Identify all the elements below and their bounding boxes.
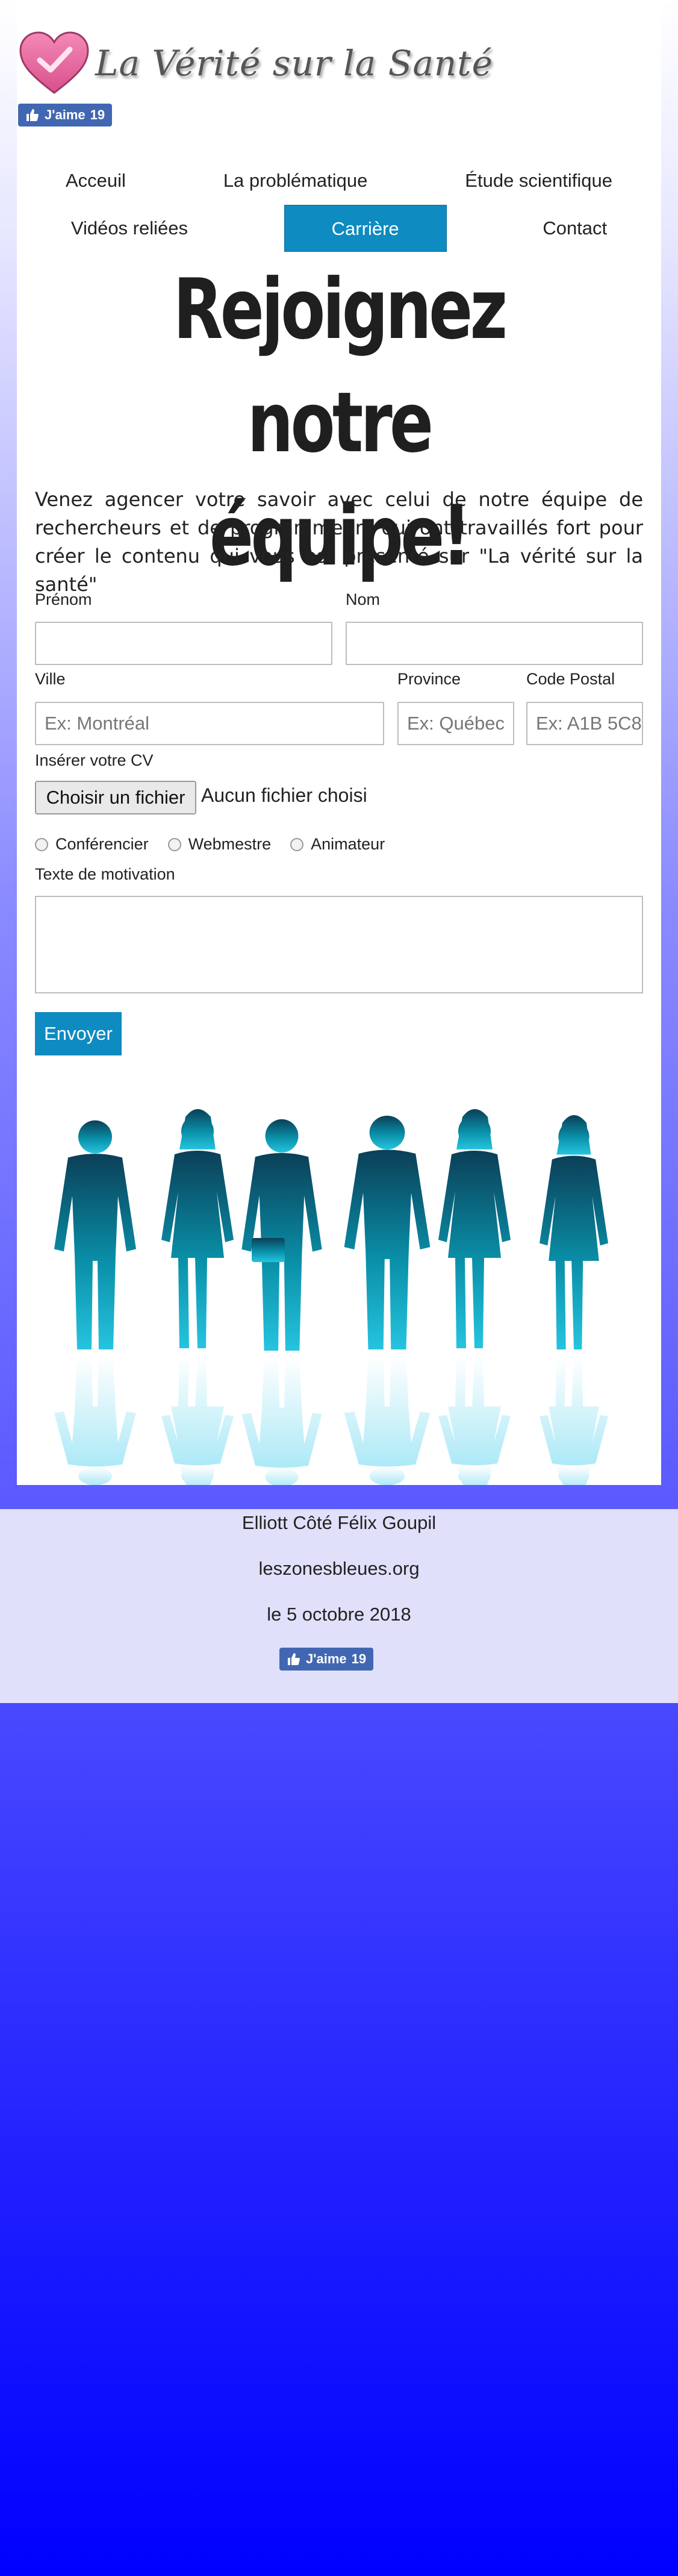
nav-item-acceuil[interactable]: Acceuil xyxy=(54,170,138,192)
site-title: La Vérité sur la Santé xyxy=(95,43,493,84)
intro-paragraph: Venez agencer votre savoir avec celui de… xyxy=(35,488,643,596)
prenom-input[interactable] xyxy=(35,622,332,665)
team-silhouettes-image xyxy=(54,1109,608,1485)
footer-authors: Elliott Côté Félix Goupil xyxy=(241,1512,437,1533)
fb-like-label: J'aime xyxy=(45,107,86,122)
fb-like-count: 19 xyxy=(351,1651,367,1666)
radio-webmestre[interactable]: Webmestre xyxy=(167,835,272,854)
nom-input[interactable] xyxy=(346,622,643,665)
facebook-like-button[interactable]: J'aime 19 xyxy=(18,104,113,127)
facebook-like-button-footer[interactable]: J'aime 19 xyxy=(279,1648,374,1671)
motivation-textarea[interactable] xyxy=(35,896,643,993)
heart-check-icon xyxy=(19,31,89,94)
radio-label: Conférencier xyxy=(55,835,149,853)
ville-input[interactable]: Ex: Montréal xyxy=(35,702,384,745)
radio-label: Animateur xyxy=(311,835,385,853)
province-label: Province xyxy=(397,670,461,688)
cv-label: Insérer votre CV xyxy=(35,751,154,769)
page-title-line-1: Rejoignez notre xyxy=(173,261,508,471)
motivation-label: Texte de motivation xyxy=(35,865,175,883)
nav-item-contact[interactable]: Contact xyxy=(530,217,619,239)
fb-like-label: J'aime xyxy=(306,1651,347,1666)
footer-site: leszonesbleues.org xyxy=(258,1558,420,1579)
nom-label: Nom xyxy=(346,590,381,608)
code-postal-label: Code Postal xyxy=(526,670,615,688)
nav-item-carriere[interactable]: Carrière xyxy=(284,205,447,252)
fb-like-count: 19 xyxy=(90,107,105,122)
nav-bar-row-1: Acceuil La problématique Étude scientifi… xyxy=(17,163,661,199)
radio-animateur[interactable]: Animateur xyxy=(290,835,385,854)
nav-bar-row-2: Vidéos reliées Carrière Contact xyxy=(17,205,661,252)
role-radio-group: Conférencier Webmestre Animateur xyxy=(35,835,404,854)
code-postal-input[interactable]: Ex: A1B 5C8 xyxy=(526,702,643,745)
submit-button[interactable]: Envoyer xyxy=(35,1012,122,1055)
ville-label: Ville xyxy=(35,670,66,688)
site-header: La Vérité sur la Santé xyxy=(18,30,493,96)
nav-item-problematique[interactable]: La problématique xyxy=(211,170,380,192)
radio-circle[interactable] xyxy=(35,837,48,851)
province-input[interactable]: Ex: Québec xyxy=(397,702,514,745)
nav-item-videos-reliees[interactable]: Vidéos reliées xyxy=(59,217,200,239)
footer-date: le 5 octobre 2018 xyxy=(267,1604,411,1625)
radio-conferencier[interactable]: Conférencier xyxy=(35,835,149,854)
file-status-text: Aucun fichier choisi xyxy=(201,784,367,806)
radio-circle[interactable] xyxy=(167,837,181,851)
radio-circle[interactable] xyxy=(290,837,304,851)
radio-label: Webmestre xyxy=(188,835,272,853)
choose-file-button[interactable]: Choisir un fichier xyxy=(35,781,196,814)
thumbs-up-icon xyxy=(288,1653,300,1665)
nav-item-etude-scientifique[interactable]: Étude scientifique xyxy=(453,170,624,192)
thumbs-up-icon xyxy=(26,109,39,121)
prenom-label: Prénom xyxy=(35,590,92,608)
